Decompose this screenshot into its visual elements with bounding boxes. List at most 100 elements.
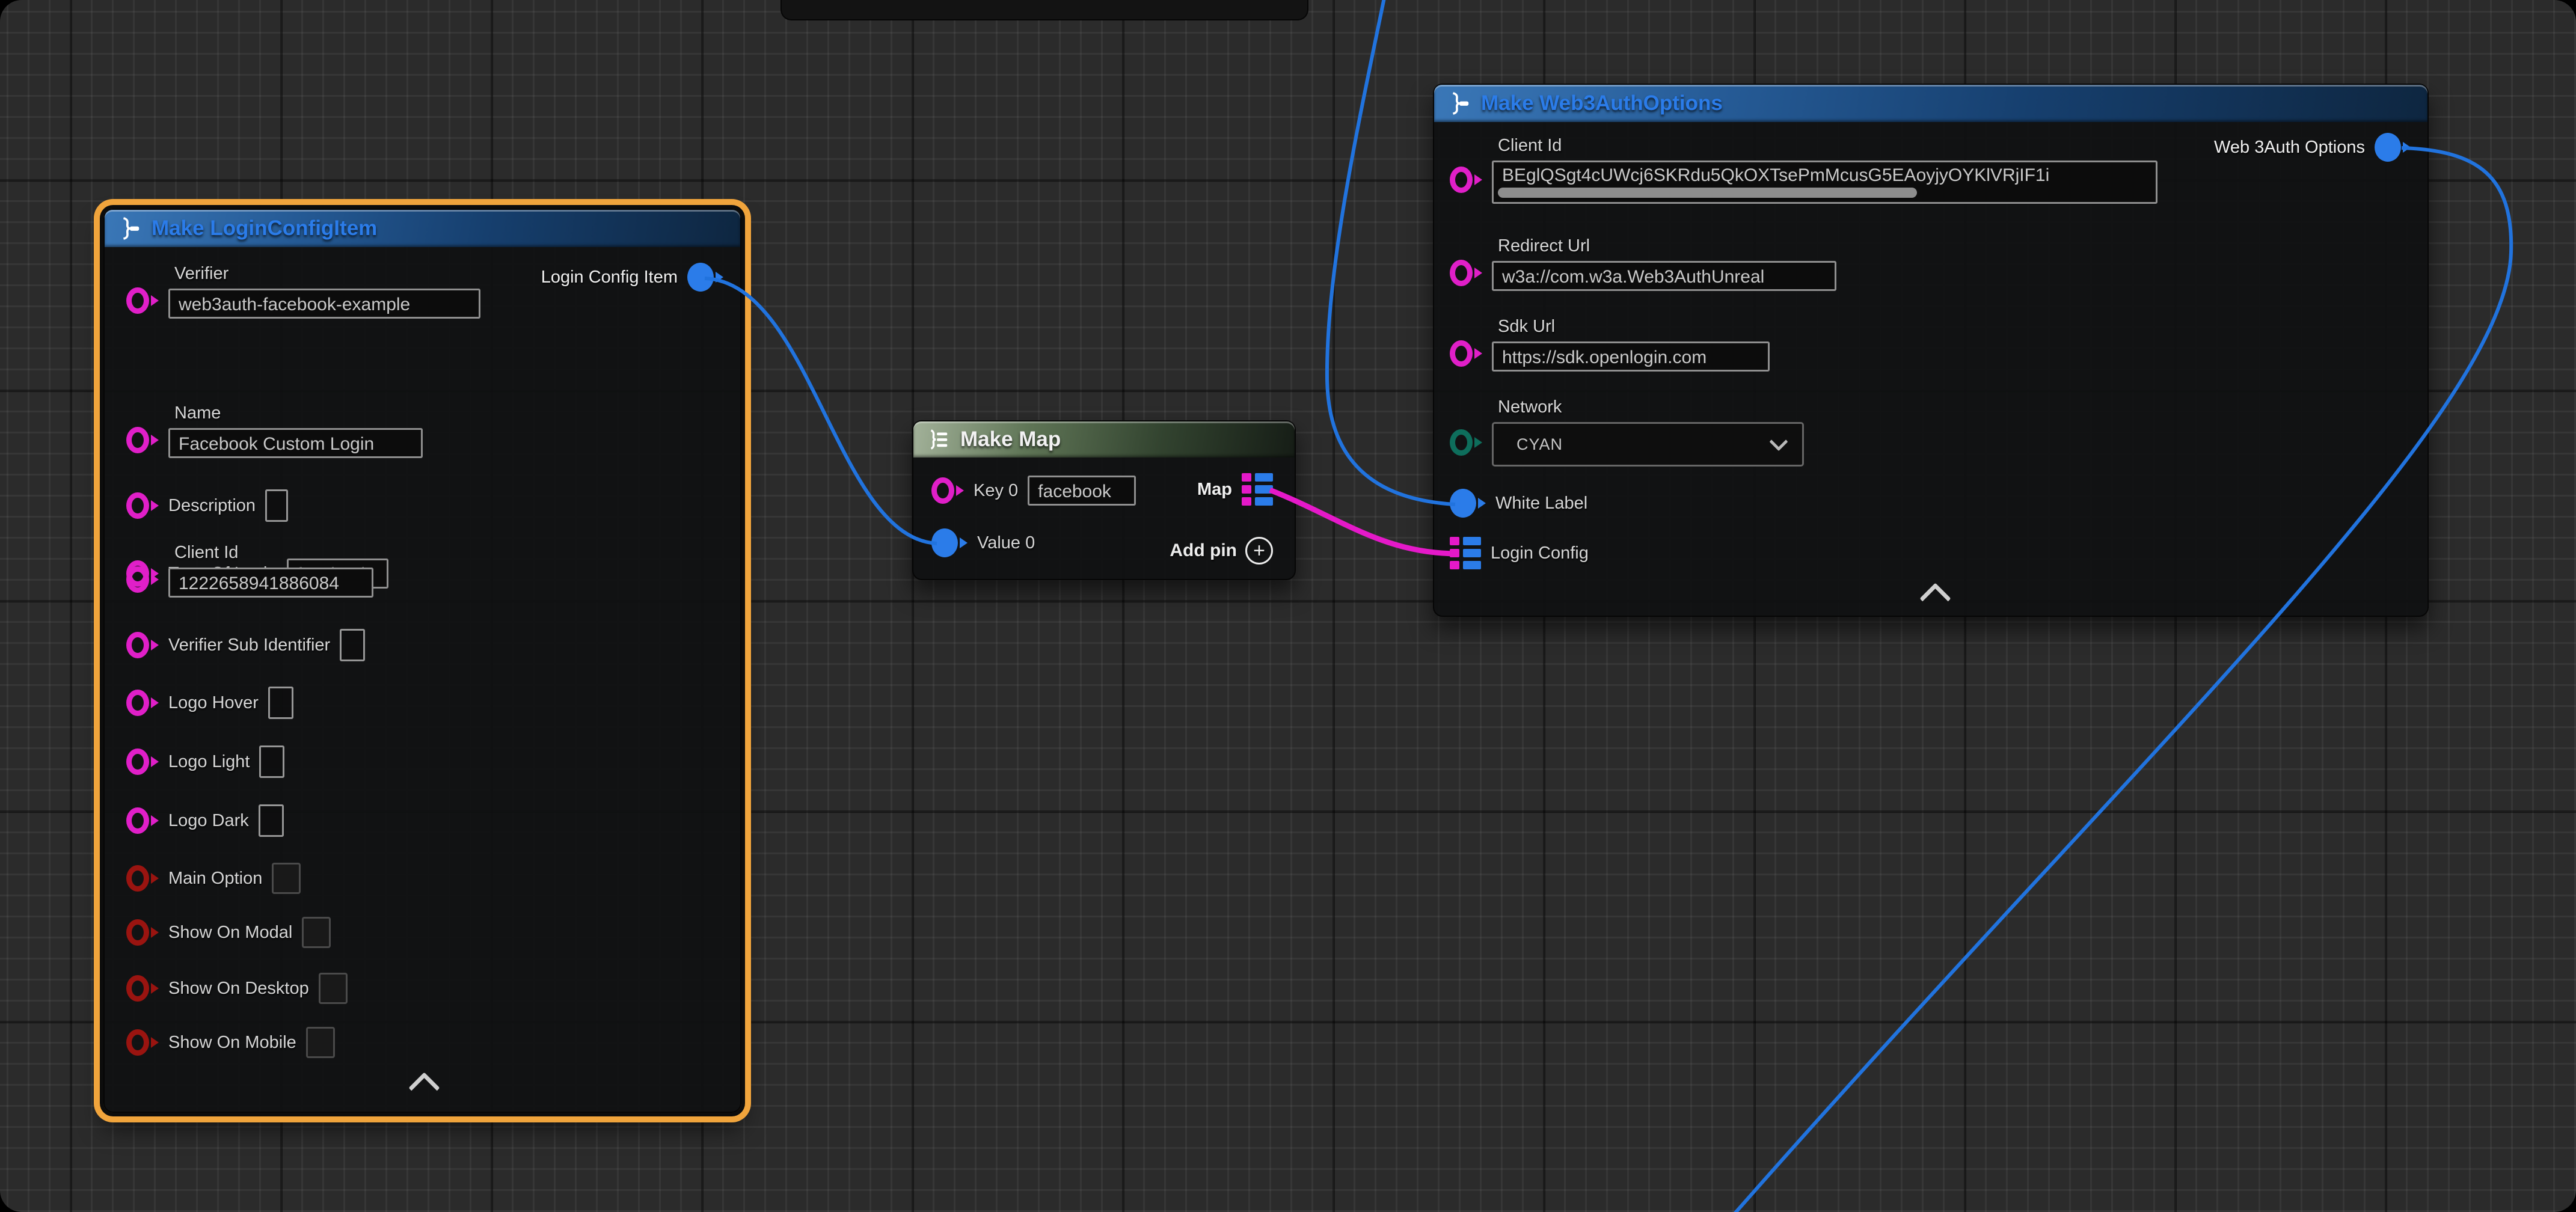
bool-pin-icon[interactable] [126,865,159,892]
pin-row-output[interactable]: Web 3Auth Options [2214,133,2411,162]
node-title: Make LoginConfigItem [152,216,377,240]
logo-light-input[interactable] [259,745,284,778]
pin-row-verifier: Verifier web3auth-facebook-example [126,264,480,319]
pin-label: Description [168,496,256,516]
pin-label: Value 0 [977,533,1035,553]
bool-pin-icon[interactable] [126,975,159,1002]
add-pin-label: Add pin [1170,540,1237,561]
make-struct-icon [1446,91,1471,116]
string-pin-icon[interactable] [1450,167,1482,193]
pin-row-description: Description [126,489,288,522]
verifier-input[interactable]: web3auth-facebook-example [168,289,480,319]
logo-dark-input[interactable] [259,804,284,837]
pin-row-white-label: White Label [1450,489,1587,518]
string-pin-icon[interactable] [126,690,159,716]
node-make-map[interactable]: Make Map Key 0 facebook Map Value 0 Add … [912,420,1296,580]
pin-label: Main Option [168,869,262,889]
pin-label: Show On Modal [168,923,292,943]
pin-label: Name [174,403,423,423]
pin-label: Show On Desktop [168,979,309,999]
pin-label: Show On Mobile [168,1033,296,1053]
pin-label: Logo Hover [168,693,259,713]
string-pin-icon[interactable] [126,287,159,314]
pin-row-show-on-mobile: Show On Mobile [126,1027,335,1058]
verifier-sub-identifier-input[interactable] [340,629,365,661]
pin-row-value0: Value 0 [931,528,1035,557]
bool-pin-icon[interactable] [126,1029,159,1056]
offscreen-node-fragment[interactable] [780,0,1308,20]
string-pin-icon[interactable] [1450,260,1482,286]
pin-label: Login Config [1491,543,1589,563]
redirect-url-input[interactable]: w3a://com.w3a.Web3AuthUnreal [1492,261,1836,291]
pin-row-verifier-sub-identifier: Verifier Sub Identifier [126,629,365,661]
pin-row-network: Network CYAN [1450,397,1804,467]
map-pin-icon[interactable] [1242,473,1273,506]
show-on-desktop-checkbox[interactable] [319,973,348,1004]
make-struct-icon [117,216,142,241]
pin-row-map-output[interactable]: Map [1197,473,1273,506]
sdk-url-input[interactable]: https://sdk.openlogin.com [1492,341,1770,372]
client-id-input[interactable]: BEglQSgt4cUWcj6SKRdu5QkOXTsePmMcusG5EAoy… [1492,161,2157,204]
pin-row-logo-light: Logo Light [126,745,284,778]
pin-row-logo-dark: Logo Dark [126,804,284,837]
string-pin-icon[interactable] [126,807,159,834]
logo-hover-input[interactable] [268,687,293,719]
pin-row-output[interactable]: Login Config Item [541,263,723,292]
pin-label: Client Id [174,543,373,563]
pin-label: Redirect Url [1498,236,1836,256]
wire-map-to-loginconfig[interactable] [1270,490,1458,554]
make-map-icon [925,427,951,452]
pin-label: Logo Light [168,752,250,772]
string-pin-icon[interactable] [126,632,159,658]
pin-row-logo-hover: Logo Hover [126,687,293,719]
node-title-bar[interactable]: Make LoginConfigItem [105,210,740,247]
bool-pin-icon[interactable] [126,919,159,946]
pin-row-client-id: Client Id BEglQSgt4cUWcj6SKRdu5QkOXTsePm… [1450,136,2157,204]
pin-row-sdk-url: Sdk Url https://sdk.openlogin.com [1450,317,1770,372]
node-title: Make Map [960,427,1061,451]
add-pin-button[interactable]: Add pin [1170,537,1273,565]
node-title: Make Web3AuthOptions [1481,91,1723,115]
pin-label: Verifier [174,264,480,284]
pin-row-show-on-desktop: Show On Desktop [126,973,348,1004]
blueprint-canvas[interactable]: Make LoginConfigItem Login Config Item V… [0,0,2576,1212]
pin-row-client-id: Client Id 1222658941886084 [126,543,373,598]
client-id-input[interactable]: 1222658941886084 [168,568,373,598]
string-pin-icon[interactable] [126,427,159,453]
description-input[interactable] [265,489,288,522]
pin-row-show-on-modal: Show On Modal [126,917,331,948]
node-make-loginconfigitem[interactable]: Make LoginConfigItem Login Config Item V… [103,209,741,1113]
show-on-modal-checkbox[interactable] [302,917,331,948]
network-dropdown[interactable]: CYAN [1492,422,1804,467]
collapse-node-icon[interactable] [408,1072,440,1103]
pin-row-name: Name Facebook Custom Login [126,403,423,458]
pin-label: Web 3Auth Options [2214,138,2365,158]
client-id-value: BEglQSgt4cUWcj6SKRdu5QkOXTsePmMcusG5EAoy… [1502,165,2049,185]
main-option-checkbox[interactable] [272,863,301,894]
string-pin-icon[interactable] [931,477,964,504]
chevron-down-icon [1769,432,1788,451]
key0-input[interactable]: facebook [1028,476,1136,506]
string-pin-icon[interactable] [126,492,159,519]
pin-label: Login Config Item [541,268,678,287]
collapse-node-icon[interactable] [1919,583,1951,614]
pin-label: Map [1197,480,1232,500]
name-input[interactable]: Facebook Custom Login [168,428,423,458]
pin-label: Client Id [1498,136,2157,156]
node-title-bar[interactable]: Make Map [913,421,1295,458]
pin-label: Verifier Sub Identifier [168,635,330,655]
pin-row-login-config: Login Config [1450,537,1589,569]
pin-row-key0: Key 0 facebook [931,476,1136,506]
show-on-mobile-checkbox[interactable] [306,1027,335,1058]
pin-label: Key 0 [974,481,1018,501]
pin-label: White Label [1495,494,1587,513]
string-pin-icon[interactable] [1450,340,1482,367]
horizontal-scrollbar[interactable] [1498,188,1917,198]
string-pin-icon[interactable] [126,748,159,775]
enum-pin-icon[interactable] [1450,429,1482,456]
add-pin-icon [1245,537,1273,565]
string-pin-icon[interactable] [126,566,159,593]
node-make-web3authoptions[interactable]: Make Web3AuthOptions Web 3Auth Options C… [1433,84,2429,617]
node-title-bar[interactable]: Make Web3AuthOptions [1434,85,2427,122]
network-selected-value: CYAN [1516,435,1563,454]
